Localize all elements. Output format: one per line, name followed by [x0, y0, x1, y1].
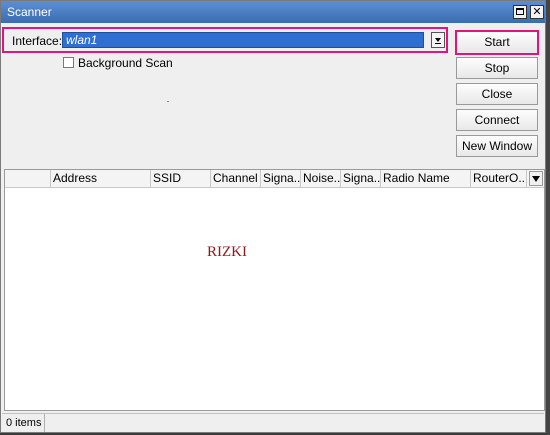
item-count: 0 items: [6, 417, 42, 429]
status-divider: [44, 414, 45, 432]
status-bar: 0 items: [2, 413, 544, 432]
background-scan-label: Background Scan: [78, 56, 173, 70]
column-header-noise[interactable]: Noise...: [301, 170, 341, 187]
column-header-routeros[interactable]: RouterO...: [471, 170, 527, 187]
background-scan-checkbox[interactable]: [63, 57, 74, 68]
interface-row: Interface: wlan1: [2, 27, 448, 53]
close-icon[interactable]: ✕: [530, 5, 544, 19]
column-menu-icon[interactable]: [529, 171, 543, 186]
new-window-button[interactable]: New Window: [456, 135, 538, 157]
close-button[interactable]: Close: [456, 83, 538, 105]
dropdown-arrow-icon[interactable]: [431, 32, 445, 48]
table-header: Address SSID Channel Signa... Noise... S…: [5, 170, 544, 188]
column-header-ssid[interactable]: SSID: [151, 170, 211, 187]
connect-button[interactable]: Connect: [456, 109, 538, 131]
watermark-text: RIZKI: [207, 244, 247, 260]
stop-button[interactable]: Stop: [456, 57, 538, 79]
stray-dot: [167, 101, 169, 102]
interface-select[interactable]: wlan1: [62, 32, 424, 48]
column-header-signal[interactable]: Signa...: [261, 170, 301, 187]
column-header-address[interactable]: Address: [51, 170, 151, 187]
column-header-signal-to-noise[interactable]: Signa...: [341, 170, 381, 187]
scanner-window: Scanner ✕ Interface: wlan1 Background Sc…: [0, 0, 546, 433]
title-bar[interactable]: Scanner ✕: [1, 1, 545, 23]
start-button[interactable]: Start: [455, 30, 539, 55]
column-header-channel[interactable]: Channel: [211, 170, 261, 187]
window-title: Scanner: [7, 5, 52, 19]
background-edge: [546, 0, 550, 435]
scan-results-table[interactable]: Address SSID Channel Signa... Noise... S…: [4, 169, 545, 411]
column-header-radio-name[interactable]: Radio Name: [381, 170, 471, 187]
maximize-icon[interactable]: [513, 5, 527, 19]
interface-label: Interface:: [12, 34, 63, 48]
column-header-flags[interactable]: [5, 170, 51, 187]
